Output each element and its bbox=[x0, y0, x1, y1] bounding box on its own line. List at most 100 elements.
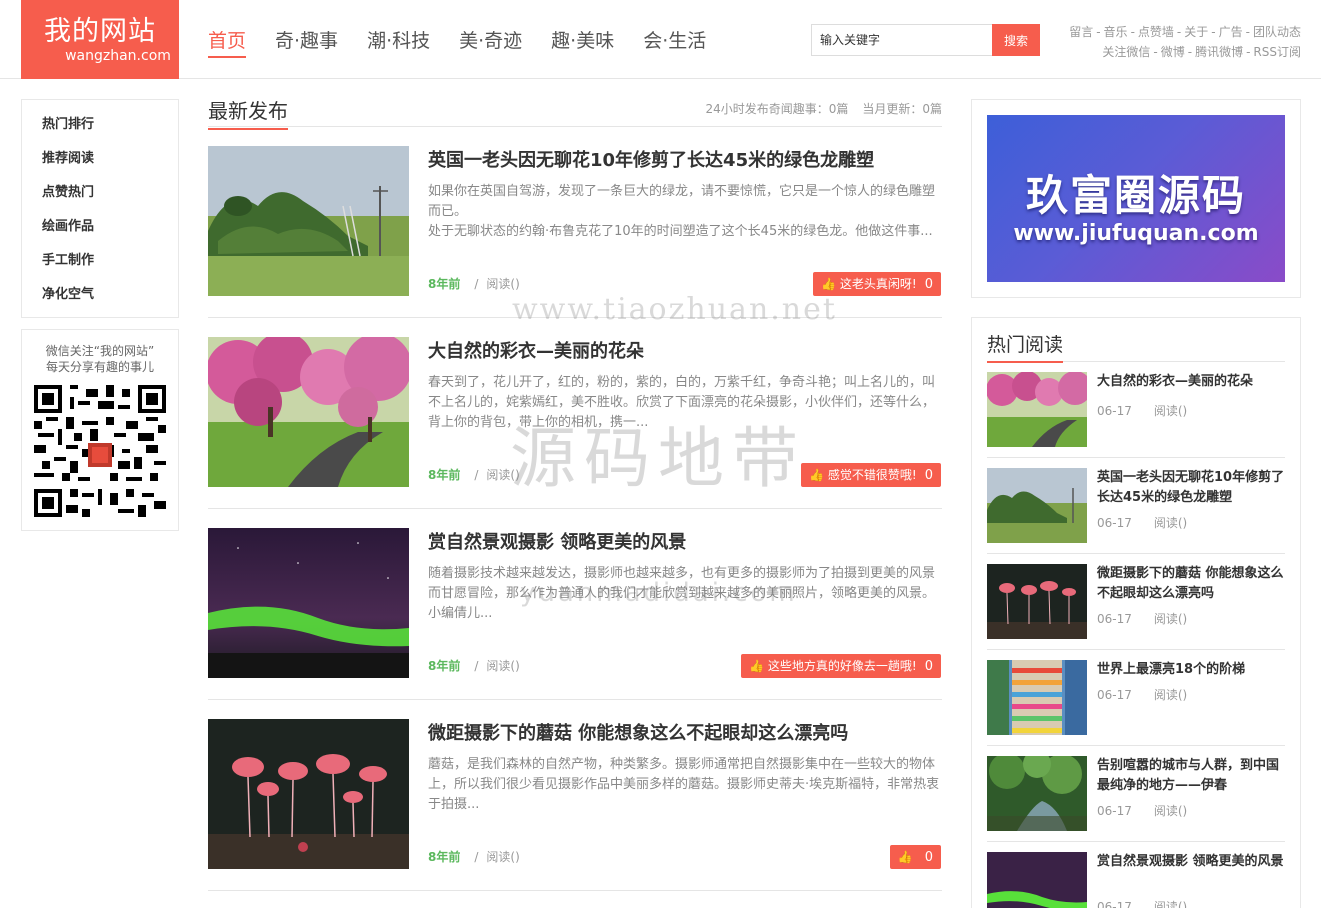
like-count: 0 bbox=[924, 277, 933, 292]
hot-read-item: 英国一老头因无聊花10年修剪了长达45米的绿色龙雕塑 06-17 阅读() bbox=[987, 458, 1285, 554]
top-links-row-2: 关注微信 - 微博 - 腾讯微博 - RSS订阅 bbox=[1102, 45, 1301, 59]
hot-read-title[interactable]: 英国一老头因无聊花10年修剪了长达45米的绿色龙雕塑 bbox=[1097, 468, 1285, 508]
nav-item-tech[interactable]: 潮·科技 bbox=[367, 28, 430, 58]
post-stats: 24小时发布奇闻趣事：0篇 当月更新：0篇 bbox=[691, 100, 942, 117]
nav-item-life[interactable]: 会·生活 bbox=[643, 28, 706, 58]
sidebar-item-hot-ranking[interactable]: 热门排行 bbox=[42, 115, 178, 149]
hot-read-thumbnail[interactable] bbox=[987, 564, 1087, 639]
article-title[interactable]: 英国一老头因无聊花10年修剪了长达45米的绿色龙雕塑 bbox=[428, 148, 874, 174]
ad-box: 玖富圈源码 www.jiufuquan.com bbox=[971, 99, 1301, 298]
article-title[interactable]: 赏自然景观摄影 领略更美的风景 bbox=[428, 530, 686, 556]
hot-read-thumbnail[interactable] bbox=[987, 468, 1087, 543]
hot-read-meta: 06-17 阅读() bbox=[1097, 402, 1187, 419]
wechat-follow-subtext: 每天分享有趣的事儿 bbox=[45, 360, 154, 374]
stat-24h: 24小时发布奇闻趣事：0篇 bbox=[705, 102, 849, 116]
link-rss[interactable]: RSS订阅 bbox=[1253, 45, 1301, 59]
article-title[interactable]: 大自然的彩衣—美丽的花朵 bbox=[428, 339, 644, 365]
like-button[interactable]: 👍 这老头真闲呀! 0 bbox=[812, 272, 941, 296]
link-weibo[interactable]: 微博 bbox=[1161, 45, 1185, 59]
search-box: 搜索 bbox=[811, 24, 1040, 56]
hot-read-thumbnail[interactable] bbox=[987, 852, 1087, 908]
article-meta: 8年前 / 阅读() bbox=[428, 659, 520, 673]
article-time: 8年前 bbox=[428, 277, 461, 291]
wechat-follow-text: 微信关注“我的网站” bbox=[45, 344, 155, 358]
hot-read-title[interactable]: 世界上最漂亮18个的阶梯 bbox=[1097, 660, 1285, 680]
hot-read-title[interactable]: 微距摄影下的蘑菇 你能想象这么不起眼却这么漂亮吗 bbox=[1097, 564, 1285, 604]
like-count: 0 bbox=[924, 468, 933, 483]
hot-read-meta: 06-17 阅读() bbox=[1097, 610, 1187, 627]
like-button[interactable]: 👍 感觉不错很赞哦! 0 bbox=[800, 463, 941, 487]
site-logo[interactable]: 我的网站 wangzhan.com bbox=[21, 0, 179, 79]
hot-read-title[interactable]: 告别喧嚣的城市与人群，到中国最纯净的地方——伊春 bbox=[1097, 756, 1285, 796]
hot-read-thumbnail[interactable] bbox=[987, 756, 1087, 831]
article-reads: 阅读() bbox=[486, 277, 520, 291]
latest-posts-header: 最新发布 24小时发布奇闻趣事：0篇 当月更新：0篇 bbox=[208, 92, 942, 130]
sidebar-item-paintings[interactable]: 绘画作品 bbox=[42, 217, 178, 251]
hot-read-reads: 阅读() bbox=[1153, 516, 1188, 530]
site-header: 我的网站 wangzhan.com 首页 奇·趣事 潮·科技 美·奇迹 趣·美味… bbox=[0, 0, 1321, 79]
wechat-follow-box: 微信关注“我的网站” 每天分享有趣的事儿 bbox=[21, 329, 179, 531]
sidebar-item-handmade[interactable]: 手工制作 bbox=[42, 251, 178, 285]
hot-read-date: 06-17 bbox=[1097, 688, 1132, 702]
hot-read-reads: 阅读() bbox=[1153, 688, 1188, 702]
wechat-qr-code bbox=[34, 385, 166, 517]
top-links: 留言 - 音乐 - 点赞墙 - 关于 - 广告 - 团队动态 关注微信 - 微博 - 腾讯微博 - RSS订阅 bbox=[1069, 22, 1301, 62]
nav-item-wonders[interactable]: 美·奇迹 bbox=[459, 28, 522, 58]
hot-read-meta: 06-17 阅读() bbox=[1097, 898, 1187, 908]
sidebar-item-recommended[interactable]: 推荐阅读 bbox=[42, 149, 178, 183]
hot-read-thumbnail[interactable] bbox=[987, 660, 1087, 735]
hot-read-item: 世界上最漂亮18个的阶梯 06-17 阅读() bbox=[987, 650, 1285, 746]
sidebar-item-clean-air[interactable]: 净化空气 bbox=[42, 285, 178, 319]
article-excerpt: 如果你在英国自驾游，发现了一条巨大的绿龙，请不要惊慌，它只是一个惊人的绿色雕塑而… bbox=[428, 184, 936, 239]
article-item: 大自然的彩衣—美丽的花朵 春天到了，花儿开了，红的，粉的，紫的，白的，万紫千红，… bbox=[208, 318, 942, 509]
hot-reads-heading: 热门阅读 bbox=[987, 332, 1064, 363]
like-label: 感觉不错很赞哦! bbox=[827, 468, 917, 482]
article-item: 英国一老头因无聊花10年修剪了长达45米的绿色龙雕塑 如果你在英国自驾游，发现了… bbox=[208, 127, 942, 318]
link-like-wall[interactable]: 点赞墙 bbox=[1138, 25, 1174, 39]
hot-read-title[interactable]: 大自然的彩衣—美丽的花朵 bbox=[1097, 372, 1285, 392]
link-team-news[interactable]: 团队动态 bbox=[1253, 25, 1301, 39]
search-button[interactable]: 搜索 bbox=[992, 24, 1040, 56]
hot-read-item: 告别喧嚣的城市与人群，到中国最纯净的地方——伊春 06-17 阅读() bbox=[987, 746, 1285, 842]
search-input[interactable] bbox=[811, 24, 992, 56]
link-guestbook[interactable]: 留言 bbox=[1069, 25, 1093, 39]
nav-item-food[interactable]: 趣·美味 bbox=[551, 28, 614, 58]
like-count: 0 bbox=[924, 850, 933, 865]
like-button[interactable]: 👍 这些地方真的好像去一趟哦! 0 bbox=[740, 654, 941, 678]
hot-read-date: 06-17 bbox=[1097, 404, 1132, 418]
thumbs-up-icon: 👍 bbox=[748, 659, 764, 673]
article-item: 赏自然景观摄影 领略更美的风景 随着摄影技术越来越发达，摄影师也越来越多，也有更… bbox=[208, 509, 942, 700]
article-thumbnail[interactable] bbox=[208, 528, 409, 678]
nav-item-home[interactable]: 首页 bbox=[208, 28, 247, 58]
link-ads[interactable]: 广告 bbox=[1219, 25, 1243, 39]
link-about[interactable]: 关于 bbox=[1184, 25, 1208, 39]
thumbs-up-icon: 👍 bbox=[820, 277, 836, 291]
hot-read-meta: 06-17 阅读() bbox=[1097, 686, 1187, 703]
hot-reads-header: 热门阅读 bbox=[987, 328, 1285, 363]
sidebar-item-most-liked[interactable]: 点赞热门 bbox=[42, 183, 178, 217]
article-thumbnail[interactable] bbox=[208, 337, 409, 487]
ad-banner-url: www.jiufuquan.com bbox=[1013, 221, 1259, 246]
link-music[interactable]: 音乐 bbox=[1104, 25, 1128, 39]
hot-read-date: 06-17 bbox=[1097, 612, 1132, 626]
hot-read-reads: 阅读() bbox=[1153, 612, 1188, 626]
hot-read-reads: 阅读() bbox=[1153, 404, 1188, 418]
nav-item-odd-stories[interactable]: 奇·趣事 bbox=[275, 28, 338, 58]
article-thumbnail[interactable] bbox=[208, 146, 409, 296]
hot-read-title[interactable]: 赏自然景观摄影 领略更美的风景 bbox=[1097, 852, 1285, 872]
article-time: 8年前 bbox=[428, 659, 461, 673]
like-label: 这老头真闲呀! bbox=[839, 277, 917, 291]
ad-banner[interactable]: 玖富圈源码 www.jiufuquan.com bbox=[987, 115, 1285, 282]
like-button[interactable]: 👍 0 bbox=[889, 845, 941, 869]
article-reads: 阅读() bbox=[486, 468, 520, 482]
hot-read-date: 06-17 bbox=[1097, 900, 1132, 908]
stat-month: 当月更新：0篇 bbox=[862, 102, 942, 116]
article-excerpt: 春天到了，花儿开了，红的，粉的，紫的，白的，万紫千红，争奇斗艳；叫上名儿的，叫不… bbox=[428, 375, 936, 430]
left-category-menu: 热门排行 推荐阅读 点赞热门 绘画作品 手工制作 净化空气 bbox=[21, 99, 179, 318]
hot-read-thumbnail[interactable] bbox=[987, 372, 1087, 447]
link-follow-wechat[interactable]: 关注微信 bbox=[1102, 45, 1150, 59]
article-title[interactable]: 微距摄影下的蘑菇 你能想象这么不起眼却这么漂亮吗 bbox=[428, 721, 848, 747]
link-tencent-weibo[interactable]: 腾讯微博 bbox=[1195, 45, 1243, 59]
logo-title: 我的网站 bbox=[44, 16, 156, 47]
article-thumbnail[interactable] bbox=[208, 719, 409, 869]
